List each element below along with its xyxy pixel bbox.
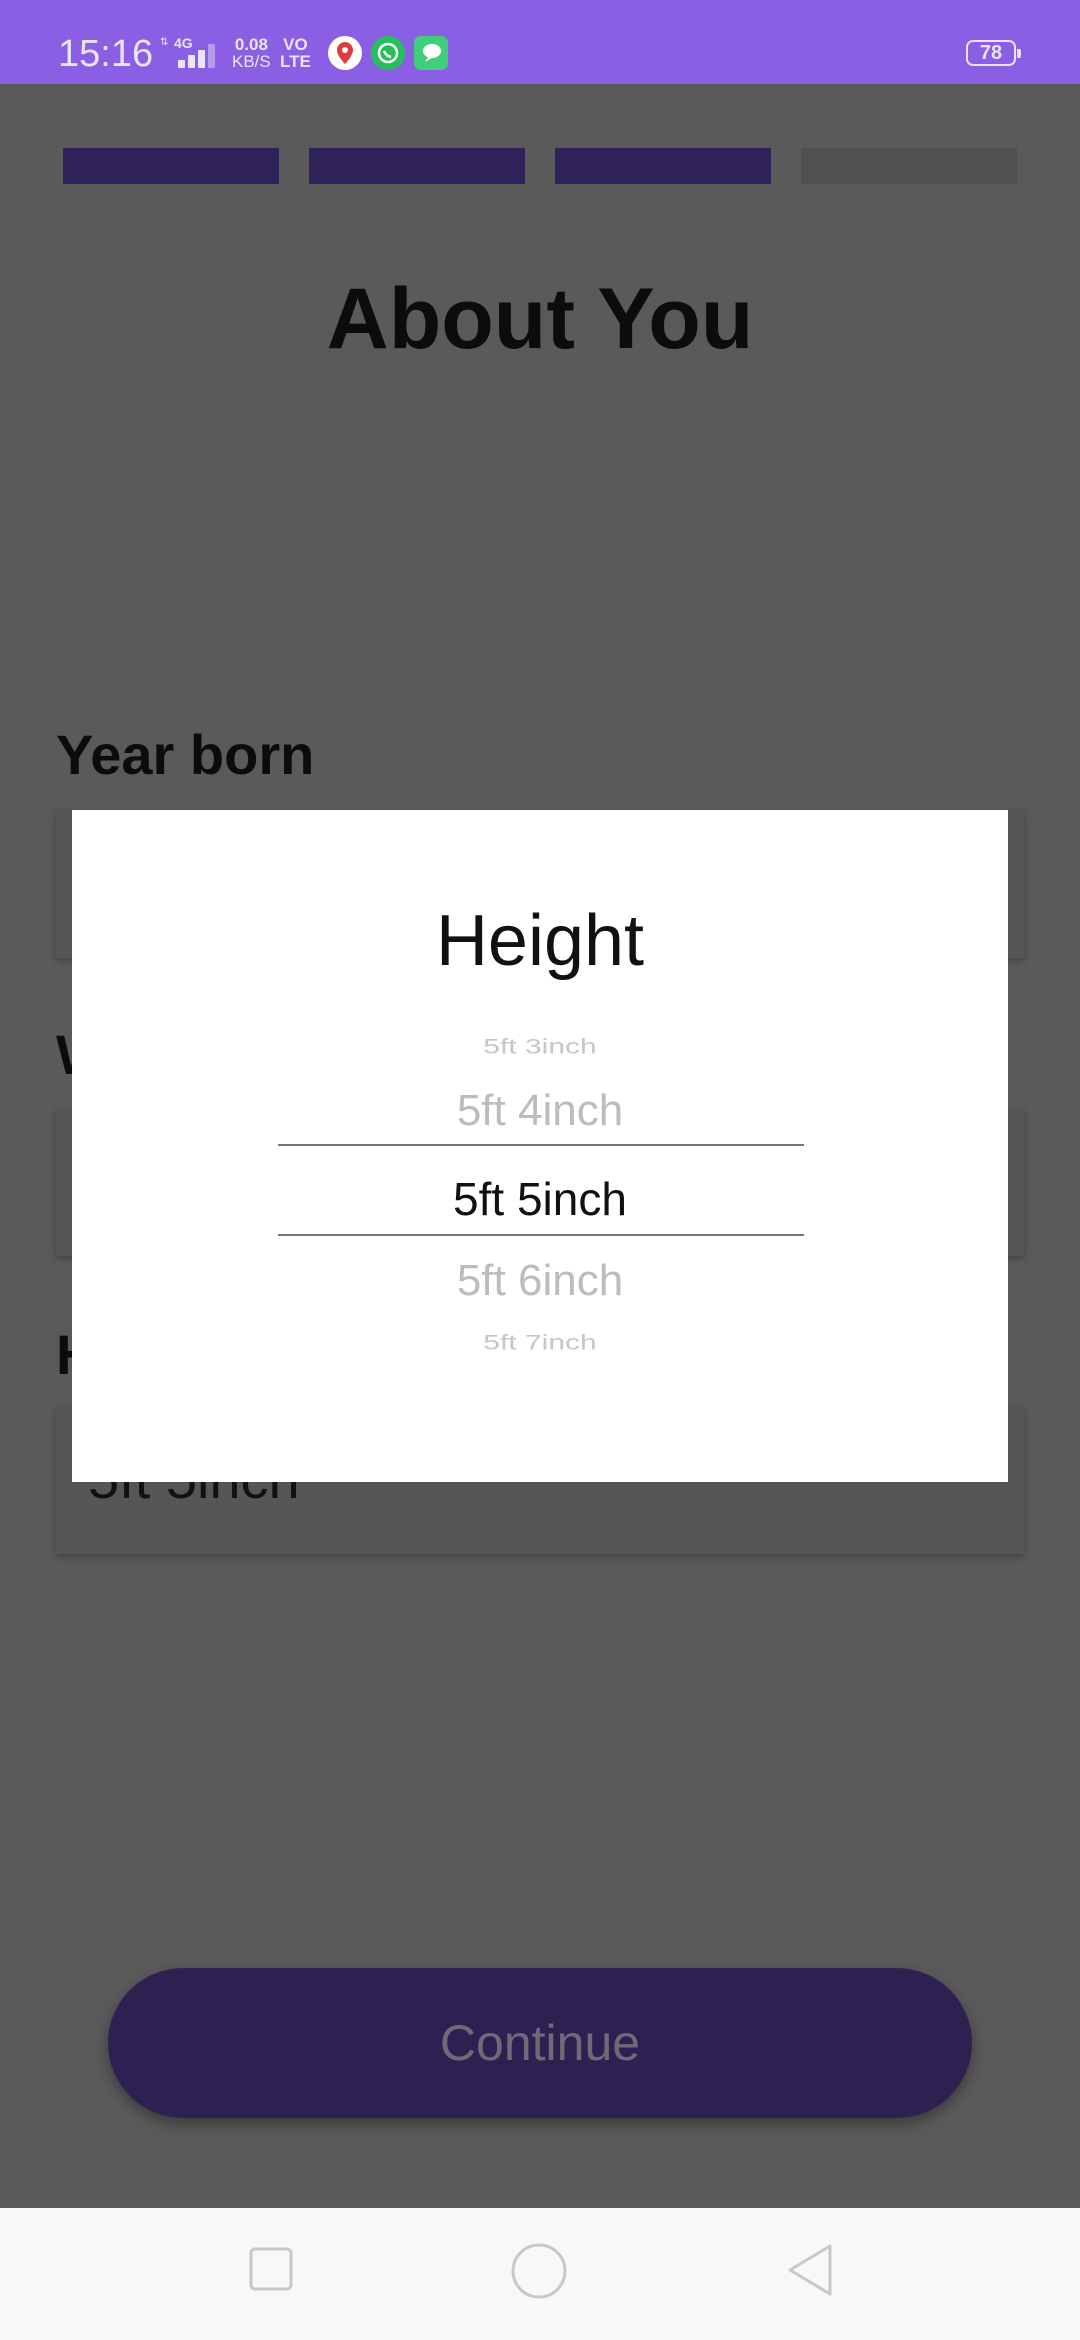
picker-option[interactable]: 5ft 4inch [72,1086,1008,1136]
picker-option[interactable]: 5ft 7inch [72,1331,1008,1355]
home-circle-icon[interactable] [510,2242,568,2300]
volte-bottom: LTE [280,52,311,71]
speed-unit: KB/S [232,52,271,71]
back-triangle-icon[interactable] [784,2242,836,2298]
progress-step-2 [309,148,525,184]
maps-pin-icon [328,36,362,70]
picker-selected-option[interactable]: 5ft 5inch [72,1172,1008,1226]
network-speed: 0.08 KB/S [232,36,271,70]
continue-button[interactable]: Continue [108,1968,972,2118]
picker-option[interactable]: 5ft 6inch [72,1256,1008,1306]
progress-step-1 [63,148,279,184]
volte-top: VO [283,35,308,54]
progress-step-3 [555,148,771,184]
page-title: About You [326,271,754,367]
year-born-label: Year born [56,723,315,786]
whatsapp-icon [371,36,405,70]
status-bar: 15:16 ⇅ 4G 0.08 KB/S VO LTE 78 [0,0,1080,84]
battery-icon: 78 [966,40,1021,66]
recents-square-icon[interactable] [248,2246,294,2292]
picker-divider-bottom [278,1234,804,1236]
messenger-icon [414,36,448,70]
picker-divider-top [278,1144,804,1146]
speed-value: 0.08 [234,35,268,54]
status-time: 15:16 [58,33,154,75]
signal-icon [178,44,218,68]
height-picker-dialog: Height 5ft 3inch 5ft 4inch 5ft 5inch 5ft… [72,810,1008,1482]
volte-indicator: VO LTE [280,36,311,70]
dialog-title: Height [435,901,645,981]
picker-option[interactable]: 5ft 3inch [72,1035,1008,1059]
navigation-bar [0,2208,1080,2340]
data-activity-icon: ⇅ [160,37,169,48]
progress-step-4 [801,148,1017,184]
